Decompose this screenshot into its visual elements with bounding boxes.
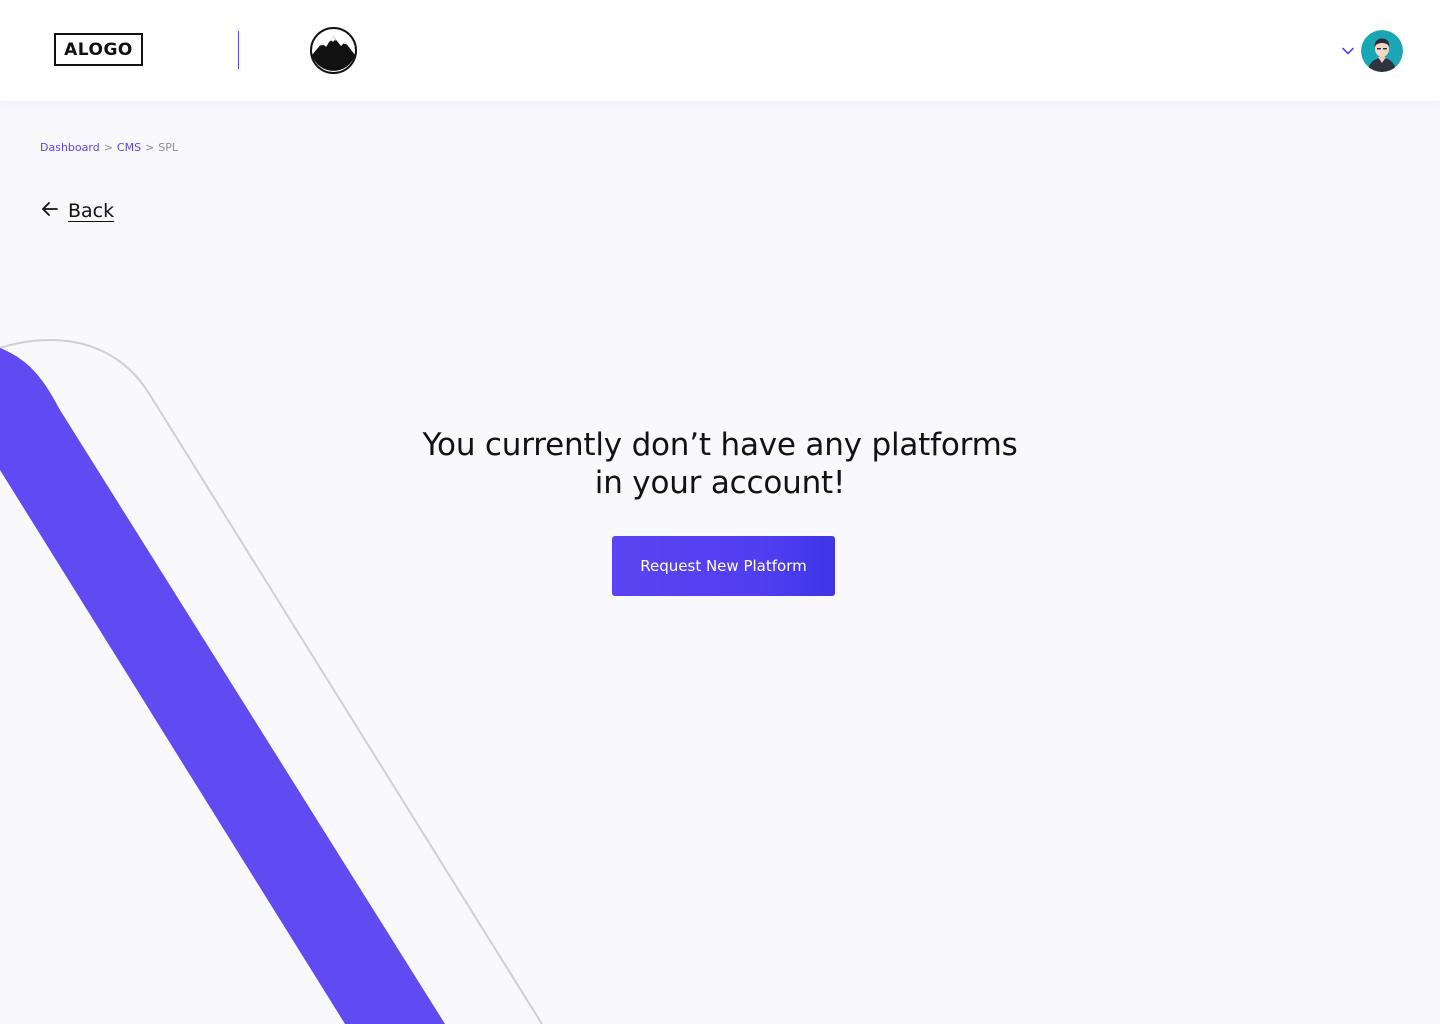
background-decoration <box>0 338 543 1024</box>
avatar[interactable] <box>1361 30 1403 72</box>
breadcrumb-dashboard[interactable]: Dashboard <box>40 141 100 154</box>
empty-state-title-line2: in your account! <box>594 465 846 501</box>
back-label[interactable]: Back <box>68 200 114 222</box>
user-menu[interactable] <box>1341 30 1403 72</box>
empty-state-title: You currently don’t have any platforms i… <box>420 426 1020 502</box>
empty-state: You currently don’t have any platforms i… <box>420 426 1020 596</box>
empty-state-title-line1: You currently don’t have any platforms <box>422 427 1018 463</box>
breadcrumb-separator: > <box>103 141 113 154</box>
breadcrumb: Dashboard > CMS > SPL <box>40 141 178 154</box>
breadcrumb-cms[interactable]: CMS <box>117 141 141 154</box>
top-header: ALOGO <box>0 0 1440 101</box>
decor-purple-stripe <box>0 348 445 1024</box>
arrow-left-icon <box>42 202 58 216</box>
back-link[interactable]: Back <box>40 200 114 222</box>
chevron-down-icon[interactable] <box>1341 44 1355 58</box>
request-new-platform-button[interactable]: Request New Platform <box>612 536 835 596</box>
mountain-icon[interactable] <box>310 27 357 74</box>
header-divider <box>238 31 239 69</box>
company-logo[interactable]: ALOGO <box>54 33 143 66</box>
breadcrumb-current: SPL <box>158 141 179 154</box>
breadcrumb-separator: > <box>145 141 155 154</box>
